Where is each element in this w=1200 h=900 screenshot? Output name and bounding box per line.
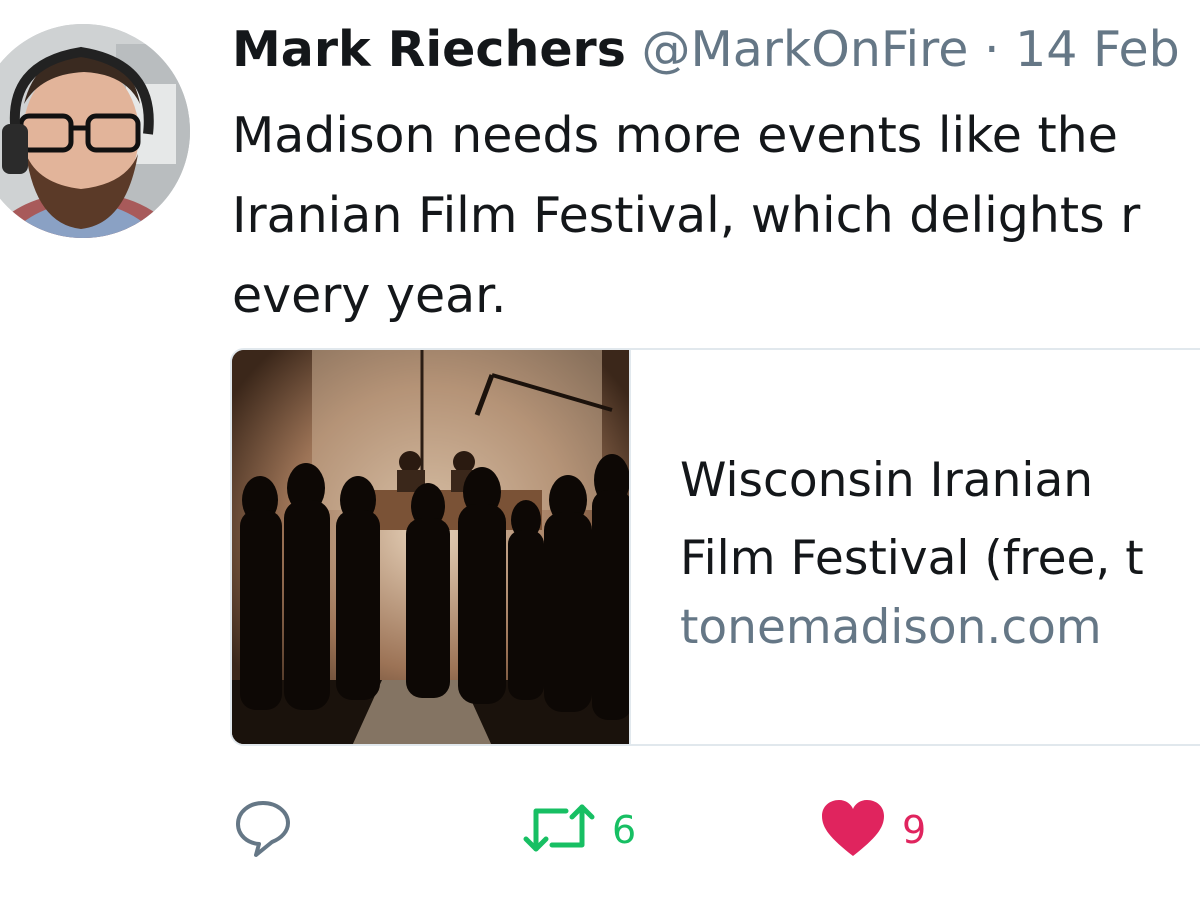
author-name[interactable]: Mark Riechers (232, 21, 626, 78)
card-image[interactable] (232, 350, 632, 744)
card-title[interactable]: Wisconsin Iranian Film Festival (free, t (680, 442, 1200, 598)
heart-icon (820, 798, 886, 862)
retweet-arrows-icon (522, 801, 596, 859)
tweet-text-line: Madison needs more events like the (232, 107, 1118, 164)
avatar[interactable] (0, 24, 190, 238)
card-title-line: Film Festival (free, t (680, 531, 1144, 586)
tweet-text-line: every year. (232, 267, 507, 324)
link-card[interactable]: Wisconsin Iranian Film Festival (free, t… (230, 348, 1200, 746)
card-title-line: Wisconsin Iranian (680, 453, 1094, 508)
tweet-text-line: Iranian Film Festival, which delights r (232, 187, 1141, 244)
tweet-header: Mark Riechers @MarkOnFire · 14 Feb (232, 18, 1180, 82)
header-separator: · (983, 21, 1000, 78)
retweet-count: 6 (612, 808, 637, 852)
reply-bubble-icon (232, 797, 294, 863)
reply-button[interactable] (232, 790, 294, 870)
retweet-button[interactable]: 6 (522, 790, 636, 870)
like-count: 9 (902, 808, 927, 852)
tweet-text: Madison needs more events like the Irani… (232, 96, 1200, 336)
tweet-actions: 6 9 (0, 790, 1200, 870)
like-button[interactable]: 9 (820, 790, 926, 870)
card-domain[interactable]: tonemadison.com (680, 598, 1102, 658)
author-handle[interactable]: @MarkOnFire (641, 21, 968, 78)
tweet-timestamp[interactable]: 14 Feb (1015, 21, 1180, 78)
